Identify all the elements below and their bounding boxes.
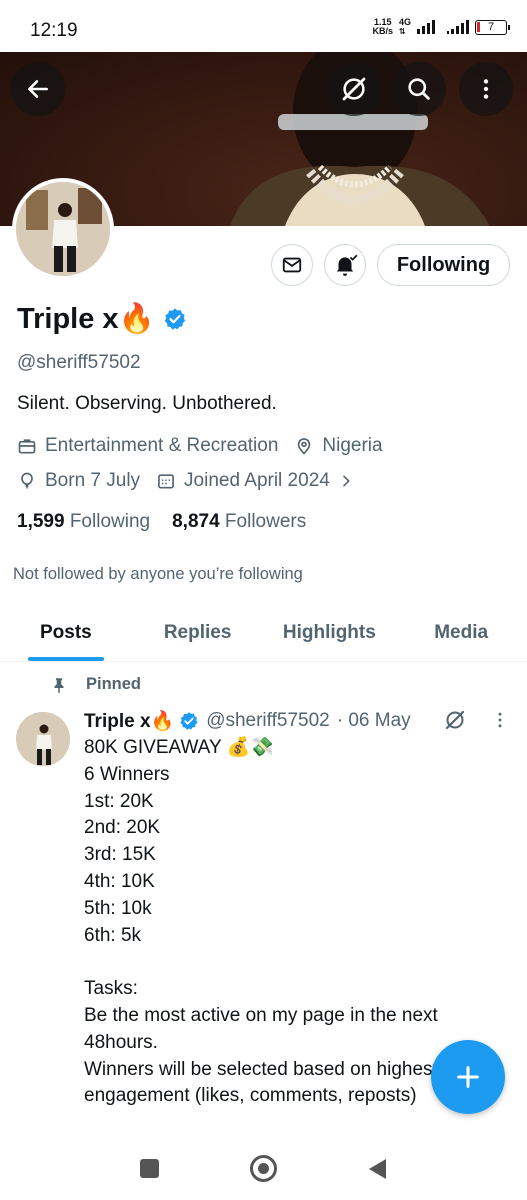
home-button[interactable]: [250, 1155, 277, 1182]
display-name: Triple x🔥: [17, 303, 155, 335]
plus-icon: [457, 1066, 479, 1088]
back-button[interactable]: [11, 62, 65, 116]
tab-replies[interactable]: Replies: [132, 604, 264, 661]
recents-button[interactable]: [140, 1159, 159, 1178]
post-author-name[interactable]: Triple x🔥: [84, 709, 174, 733]
grok-icon: [342, 77, 366, 101]
post-author-handle[interactable]: @sheriff57502: [206, 710, 330, 732]
following-count-link[interactable]: 1,599 Following: [17, 511, 150, 533]
profile-joined: Joined April 2024: [184, 470, 330, 491]
more-vertical-icon: [483, 79, 489, 99]
tab-highlights[interactable]: Highlights: [264, 604, 396, 661]
battery-icon: 7: [475, 19, 510, 35]
chevron-right-icon: [343, 475, 350, 487]
verified-badge-icon[interactable]: [163, 307, 187, 331]
category-item: Entertainment & Recreation: [17, 435, 278, 457]
back-nav-button[interactable]: [367, 1158, 387, 1180]
arrow-left-icon: [28, 80, 48, 98]
grok-button[interactable]: [327, 62, 381, 116]
profile-meta-row-1: Entertainment & Recreation Nigeria: [17, 435, 399, 457]
grok-icon[interactable]: [443, 708, 467, 732]
verified-badge-icon: [180, 712, 198, 730]
follow-counts: 1,599 Following 8,874 Followers: [17, 511, 306, 533]
joined-item[interactable]: Joined April 2024: [156, 470, 354, 492]
profile-bio: Silent. Observing. Unbothered.: [17, 393, 277, 414]
profile-avatar[interactable]: [12, 178, 114, 280]
status-bar: 12:19 1.15 KB/s 4G ⇅ 7: [0, 0, 527, 52]
notifications-button[interactable]: [324, 244, 366, 286]
pin-icon: [54, 677, 64, 693]
status-icons: 1.15 KB/s 4G ⇅ 7: [372, 17, 510, 37]
signal-icon: [417, 20, 435, 34]
briefcase-icon: [18, 439, 36, 454]
profile-tabs: Posts Replies Highlights Media: [0, 604, 527, 662]
profile-name-row: Triple x🔥: [17, 302, 187, 336]
followers-count-link[interactable]: 8,874 Followers: [172, 511, 306, 533]
bell-check-icon: [336, 254, 358, 276]
compose-button[interactable]: [431, 1040, 505, 1114]
network-type: 4G ⇅: [398, 17, 411, 37]
not-followed-notice: Not followed by anyone you’re following: [13, 565, 303, 583]
search-icon: [408, 78, 430, 100]
post-header: Triple x🔥 @sheriff57502 · 06 May: [84, 709, 411, 733]
signal-icon-2: [447, 20, 469, 34]
more-button[interactable]: [459, 62, 513, 116]
post-author-avatar[interactable]: [16, 712, 70, 766]
balloon-icon: [21, 472, 33, 489]
following-button[interactable]: Following: [377, 244, 510, 286]
avatar-photo: [16, 182, 110, 276]
location-item: Nigeria: [294, 435, 383, 457]
network-speed: 1.15 KB/s: [372, 17, 393, 36]
profile-category[interactable]: Entertainment & Recreation: [45, 435, 278, 457]
tab-media[interactable]: Media: [395, 604, 527, 661]
profile-meta-row-2: Born 7 July Joined April 2024: [17, 470, 370, 492]
tab-posts[interactable]: Posts: [0, 604, 132, 661]
post-text: 80K GIVEAWAY 💰💸 6 Winners 1st: 20K 2nd: …: [84, 737, 438, 1107]
calendar-icon: [158, 474, 174, 489]
profile-handle: @sheriff57502: [17, 352, 141, 373]
status-time: 12:19: [30, 20, 78, 41]
search-button[interactable]: [392, 62, 446, 116]
birthday-item: Born 7 July: [17, 470, 140, 492]
mail-icon: [282, 257, 302, 273]
more-vertical-icon[interactable]: [490, 710, 510, 730]
pinned-indicator: Pinned: [50, 675, 141, 694]
profile-birthday: Born 7 July: [45, 470, 141, 491]
message-button[interactable]: [271, 244, 313, 286]
system-nav-bar: [0, 1136, 527, 1200]
location-pin-icon: [298, 438, 311, 455]
profile-location: Nigeria: [322, 435, 383, 456]
post-avatar-photo: [16, 712, 70, 766]
post-date: · 06 May: [336, 710, 411, 731]
